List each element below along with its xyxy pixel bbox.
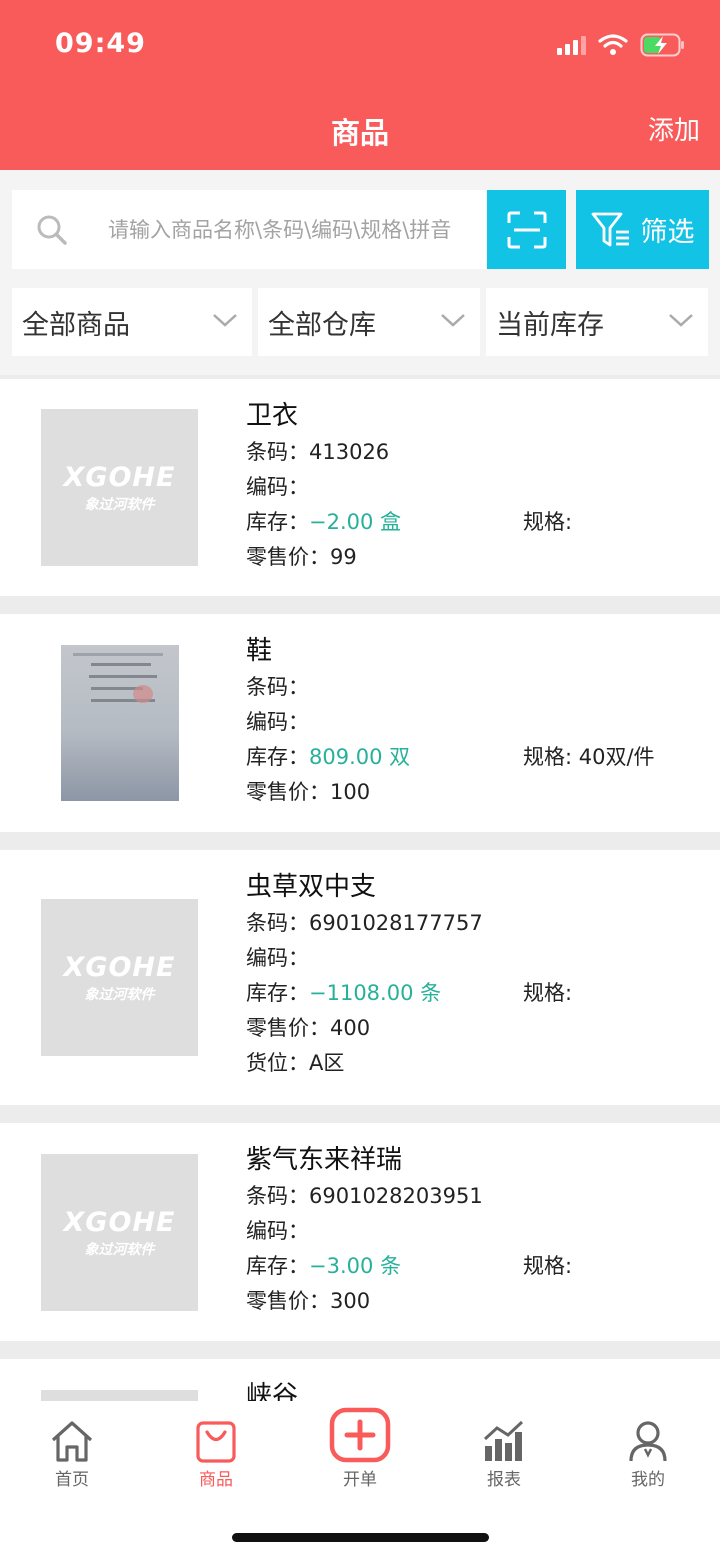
location-row: 货位：A区 [246, 1051, 345, 1075]
price-value: 100 [330, 780, 371, 804]
brand-logo: XGOHE [63, 1206, 176, 1238]
status-time: 09:49 [55, 28, 146, 59]
product-card[interactable]: XGOHE 象过河软件 紫气东来祥瑞 条码：6901028203951 编码： … [0, 1123, 720, 1341]
user-icon [629, 1421, 667, 1462]
spec: 规格: [523, 510, 573, 534]
home-icon [51, 1421, 93, 1462]
battery-icon [640, 33, 684, 57]
add-button[interactable]: 添加 [648, 110, 700, 147]
search-filter-area: 筛选 全部商品 全部仓库 当前库存 [0, 170, 720, 375]
product-name: 虫草双中支 [246, 872, 377, 902]
product-name: 紫气东来祥瑞 [246, 1145, 403, 1175]
barcode-row: 条码：6901028203951 [246, 1184, 483, 1208]
product-card[interactable]: 鞋 条码： 编码： 库存：809.00 双 规格: 40双/件 零售价：100 [0, 614, 720, 832]
product-name: 卫衣 [246, 401, 299, 431]
search-input[interactable] [108, 190, 478, 269]
search-box[interactable] [12, 190, 486, 269]
filter-button[interactable]: 筛选 [576, 190, 709, 269]
search-icon [37, 215, 67, 245]
product-thumbnail: XGOHE 象过河软件 [41, 899, 198, 1056]
signal-icon [557, 35, 586, 55]
spec-value: 40双/件 [578, 745, 655, 769]
product-name: 鞋 [246, 636, 273, 666]
tab-mine-label: 我的 [631, 1470, 665, 1490]
app-header: 09:49 商品 添加 [0, 0, 720, 170]
price-row: 零售价：100 [246, 780, 371, 804]
brand-logo: XGOHE [63, 951, 176, 983]
spec: 规格: [523, 981, 573, 1005]
stock-row: 库存：−2.00 盒 规格: [246, 505, 572, 540]
spec: 规格: 40双/件 [523, 745, 655, 769]
bag-icon [196, 1421, 236, 1463]
product-thumbnail: XGOHE 象过河软件 [41, 1154, 198, 1311]
tab-create-order-label: 开单 [343, 1470, 377, 1490]
funnel-icon [591, 212, 629, 246]
scan-icon [507, 211, 546, 248]
tab-products-label: 商品 [199, 1470, 233, 1490]
barcode-row: 条码：6901028177757 [246, 911, 483, 935]
code-row: 编码： [246, 710, 309, 734]
warehouse-dropdown-label: 全部仓库 [268, 309, 376, 341]
barcode-row: 条码：413026 [246, 440, 390, 464]
status-icons [557, 32, 686, 58]
spec: 规格: [523, 1254, 573, 1278]
chevron-down-icon [213, 314, 237, 327]
code-row: 编码： [246, 475, 309, 499]
price-row: 零售价：400 [246, 1016, 371, 1040]
bar-chart-icon [483, 1420, 524, 1461]
stock-value: −3.00 条 [309, 1254, 402, 1278]
filter-label: 筛选 [640, 217, 695, 248]
product-card[interactable]: XGOHE 象过河软件 峡谷 [0, 1359, 720, 1401]
stock-dropdown[interactable]: 当前库存 [486, 288, 708, 356]
code-row: 编码： [246, 946, 309, 970]
price-value: 400 [330, 1016, 371, 1040]
tab-home[interactable]: 首页 [22, 1415, 122, 1490]
stock-value: 809.00 双 [309, 745, 411, 769]
category-dropdown[interactable]: 全部商品 [12, 288, 252, 356]
barcode-value: 6901028177757 [309, 911, 483, 935]
home-indicator [232, 1533, 489, 1542]
product-card[interactable]: XGOHE 象过河软件 卫衣 条码：413026 编码： 库存：−2.00 盒 … [0, 379, 720, 596]
brand-logo-sub: 象过河软件 [84, 1241, 155, 1258]
location-value: A区 [309, 1051, 345, 1075]
brand-logo-sub: 象过河软件 [84, 986, 155, 1003]
product-thumbnail: XGOHE 象过河软件 [41, 1390, 198, 1401]
brand-logo: XGOHE [63, 461, 176, 493]
product-thumbnail: XGOHE 象过河软件 [41, 409, 198, 566]
warehouse-dropdown[interactable]: 全部仓库 [258, 288, 480, 356]
plus-square-icon [329, 1407, 391, 1463]
price-value: 300 [330, 1289, 371, 1313]
page-title: 商品 [330, 116, 389, 150]
code-row: 编码： [246, 1219, 309, 1243]
brand-logo-sub: 象过河软件 [84, 496, 155, 513]
product-photo [61, 645, 179, 801]
stock-row: 库存：−1108.00 条 规格: [246, 976, 572, 1011]
barcode-value: 413026 [309, 440, 390, 464]
product-name: 峡谷 [246, 1381, 299, 1401]
product-list: XGOHE 象过河软件 卫衣 条码：413026 编码： 库存：−2.00 盒 … [0, 379, 720, 1401]
barcode-value: 6901028203951 [309, 1184, 483, 1208]
stock-dropdown-label: 当前库存 [496, 309, 604, 341]
stock-row: 库存：809.00 双 规格: 40双/件 [246, 740, 655, 775]
price-row: 零售价：99 [246, 545, 357, 569]
tab-products[interactable]: 商品 [166, 1415, 266, 1490]
stock-row: 库存：−3.00 条 规格: [246, 1249, 572, 1284]
product-card[interactable]: XGOHE 象过河软件 虫草双中支 条码：6901028177757 编码： 库… [0, 850, 720, 1105]
price-value: 99 [330, 545, 357, 569]
price-row: 零售价：300 [246, 1289, 371, 1313]
stock-value: −1108.00 条 [309, 981, 442, 1005]
chevron-down-icon [669, 314, 693, 327]
tab-create-order[interactable]: 开单 [310, 1407, 410, 1490]
tab-mine[interactable]: 我的 [598, 1415, 698, 1490]
scan-button[interactable] [487, 190, 566, 269]
wifi-icon [598, 34, 628, 55]
stock-value: −2.00 盒 [309, 510, 402, 534]
tab-reports[interactable]: 报表 [454, 1415, 554, 1490]
tab-reports-label: 报表 [487, 1470, 521, 1490]
tab-home-label: 首页 [55, 1470, 89, 1490]
chevron-down-icon [441, 314, 465, 327]
barcode-row: 条码： [246, 675, 309, 699]
category-dropdown-label: 全部商品 [22, 309, 130, 341]
